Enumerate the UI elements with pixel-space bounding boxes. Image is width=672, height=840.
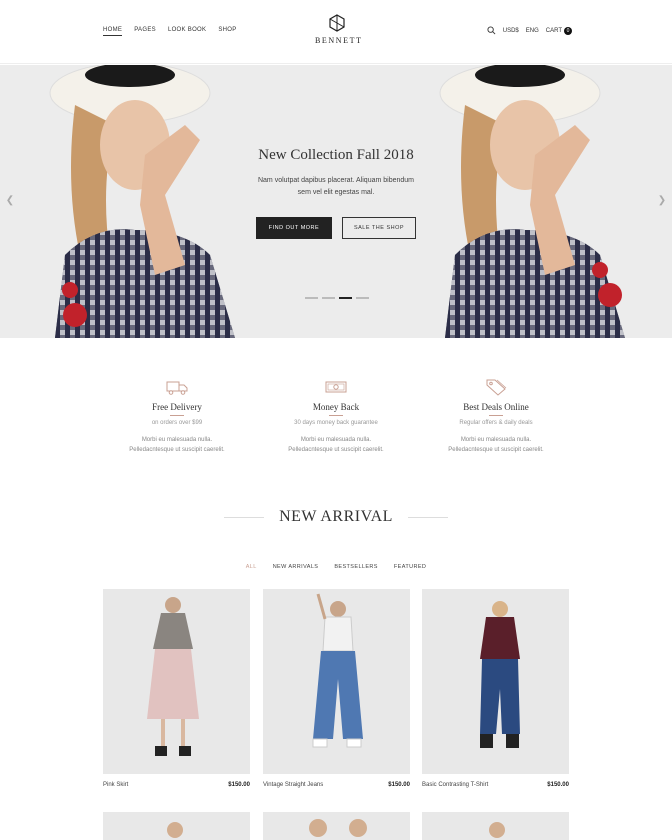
feature-description-line: Pelledacntesque ut suscipit caerelit. xyxy=(448,447,544,453)
product-image[interactable] xyxy=(263,812,410,840)
product-name[interactable]: Basic Contrasting T-Shirt xyxy=(422,782,488,788)
product-meta: Basic Contrasting T-Shirt $150.00 xyxy=(422,782,569,788)
language-selector[interactable]: ENG xyxy=(526,28,539,34)
product-name[interactable]: Pink Skirt xyxy=(103,782,128,788)
header-tools: USD$ ENG CART 0 xyxy=(487,26,572,35)
product-photo-tshirt xyxy=(480,601,520,748)
filter-bestsellers[interactable]: BESTSELLERS xyxy=(334,564,378,570)
product-photo-pink-skirt xyxy=(147,597,199,756)
filter-featured[interactable]: FEATURED xyxy=(394,564,426,570)
product-image[interactable] xyxy=(422,812,569,840)
feature-divider xyxy=(489,415,503,416)
title-divider-right xyxy=(408,517,448,518)
product-image[interactable] xyxy=(263,589,410,774)
feature-description: Morbi eu malesuada nulla. Pelledacntesqu… xyxy=(421,435,571,455)
truck-icon xyxy=(166,381,188,395)
product-price: $150.00 xyxy=(388,782,410,788)
cart-label: CART xyxy=(545,27,562,34)
feature-title: Money Back xyxy=(312,402,360,412)
hero-model-image xyxy=(49,65,235,338)
slider-dot[interactable] xyxy=(305,297,318,299)
feature-subtitle: on orders over $99 xyxy=(151,420,203,426)
hero-description: Nam volutpat dapibus placerat. Aliquam b… xyxy=(226,175,446,199)
nav-pages[interactable]: PAGES xyxy=(134,27,156,36)
product-price: $150.00 xyxy=(228,782,250,788)
feature-free-delivery: Free Delivery on orders over $99 Morbi e… xyxy=(102,378,252,455)
product-meta: Pink Skirt $150.00 xyxy=(103,782,250,788)
product-photo-cropped xyxy=(167,822,183,838)
sale-the-shop-button[interactable]: SALE THE SHOP xyxy=(342,217,416,239)
feature-description: Morbi eu malesuada nulla. Pelledacntesqu… xyxy=(102,435,252,455)
product-photo-cropped xyxy=(309,819,367,837)
product-card[interactable]: Vintage Straight Jeans $150.00 xyxy=(263,589,410,788)
logo-text: BENNETT xyxy=(315,36,363,45)
product-name[interactable]: Vintage Straight Jeans xyxy=(263,782,323,788)
product-photo-jeans xyxy=(312,593,363,748)
slider-dot[interactable] xyxy=(322,297,335,299)
nav-shop[interactable]: SHOP xyxy=(218,27,236,36)
product-price: $150.00 xyxy=(547,782,569,788)
product-card[interactable]: Basic Contrasting T-Shirt $150.00 xyxy=(422,589,569,788)
cart-link[interactable]: CART 0 xyxy=(545,26,572,35)
nav-look-book[interactable]: LOOK BOOK xyxy=(168,27,206,36)
feature-divider xyxy=(170,415,184,416)
product-image[interactable] xyxy=(422,589,569,774)
site-header: HOME PAGES LOOK BOOK SHOP BENNETT USD$ E… xyxy=(0,0,672,64)
hero-model-image-mirror xyxy=(439,65,625,338)
search-icon[interactable] xyxy=(487,26,496,35)
feature-subtitle: Regular offers & daily deals xyxy=(459,420,533,426)
main-nav: HOME PAGES LOOK BOOK SHOP xyxy=(103,27,237,36)
feature-description-line: Pelledacntesque ut suscipit caerelit. xyxy=(288,447,384,453)
filter-new-arrivals[interactable]: NEW ARRIVALS xyxy=(273,564,319,570)
money-icon xyxy=(325,381,347,393)
slider-prev-arrow-icon[interactable]: ❮ xyxy=(2,193,18,209)
find-out-more-button[interactable]: FIND OUT MORE xyxy=(256,217,332,239)
feature-title: Free Delivery xyxy=(152,402,202,412)
slider-dots xyxy=(305,297,369,299)
product-meta: Vintage Straight Jeans $150.00 xyxy=(263,782,410,788)
logo-mark-icon xyxy=(329,14,345,32)
feature-description-line: Morbi eu malesuada nulla. xyxy=(300,437,372,443)
feature-money-back: Money Back 30 days money back guarantee … xyxy=(261,378,411,455)
feature-description-line: Morbi eu malesuada nulla. xyxy=(460,437,532,443)
hero-title: New Collection Fall 2018 xyxy=(258,147,414,163)
section-title: NEW ARRIVAL xyxy=(279,508,393,525)
brand-logo[interactable]: BENNETT xyxy=(315,14,363,45)
feature-description-line: Pelledacntesque ut suscipit caerelit. xyxy=(129,447,225,453)
slider-next-arrow-icon[interactable]: ❯ xyxy=(654,193,670,209)
feature-best-deals: Best Deals Online Regular offers & daily… xyxy=(421,378,571,455)
slider-dot-active[interactable] xyxy=(339,297,352,299)
hero-description-line: sem vel elit egestas mal. xyxy=(297,189,375,196)
product-photo-cropped xyxy=(489,822,505,838)
hero-description-line: Nam volutpat dapibus placerat. Aliquam b… xyxy=(257,177,415,184)
product-filter-tabs: ALL NEW ARRIVALS BESTSELLERS FEATURED xyxy=(0,564,672,570)
hero-slider: New Collection Fall 2018 Nam volutpat da… xyxy=(0,65,672,338)
feature-description: Morbi eu malesuada nulla. Pelledacntesqu… xyxy=(261,435,411,455)
slider-dot[interactable] xyxy=(356,297,369,299)
nav-home[interactable]: HOME xyxy=(103,27,123,36)
product-image[interactable] xyxy=(103,812,250,840)
feature-divider xyxy=(329,415,343,416)
product-image[interactable] xyxy=(103,589,250,774)
product-card[interactable]: Pink Skirt $150.00 xyxy=(103,589,250,788)
feature-subtitle: 30 days money back guarantee xyxy=(294,420,378,426)
feature-title: Best Deals Online xyxy=(463,402,529,412)
filter-all[interactable]: ALL xyxy=(246,564,257,570)
cart-count-badge: 0 xyxy=(564,26,572,35)
feature-description-line: Morbi eu malesuada nulla. xyxy=(141,437,213,443)
tag-icon xyxy=(486,379,507,396)
currency-selector[interactable]: USD$ xyxy=(503,28,519,34)
